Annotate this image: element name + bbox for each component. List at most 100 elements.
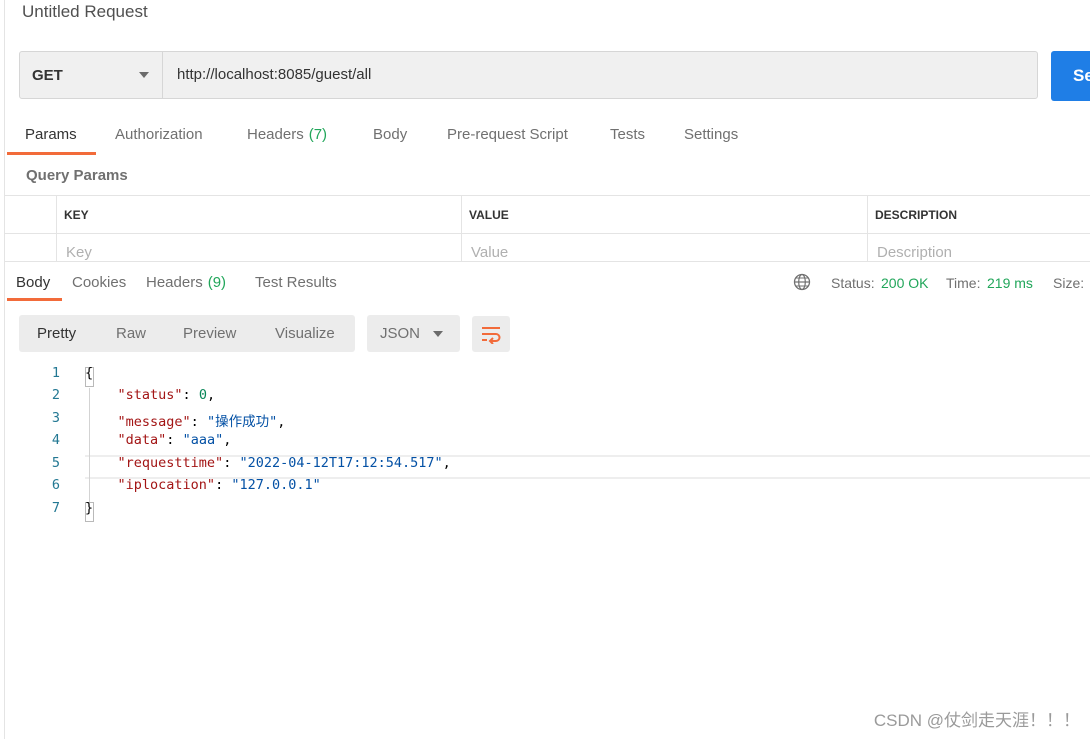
- tab-label: Cookies: [72, 274, 127, 291]
- code-line: 2 "status": 0,: [0, 387, 1090, 409]
- comma: ,: [442, 455, 451, 471]
- tab-label: Headers: [247, 126, 304, 143]
- json-value: "2022-04-12T17:12:54.517": [239, 455, 443, 471]
- tab-label: Headers: [146, 274, 203, 291]
- view-preview[interactable]: Preview: [183, 325, 236, 342]
- tab-pre-request-script[interactable]: Pre-request Script: [447, 126, 568, 143]
- tab-headers[interactable]: Headers (7): [247, 126, 327, 143]
- line-number: 6: [51, 477, 60, 493]
- tab-settings[interactable]: Settings: [684, 126, 738, 143]
- json-value: 0: [198, 387, 207, 403]
- column-header-key: KEY: [64, 208, 89, 222]
- code-text: "iplocation": "127.0.0.1": [117, 477, 321, 493]
- code-text: }: [85, 500, 93, 516]
- key-input[interactable]: Key: [66, 244, 92, 261]
- response-tab-body[interactable]: Body: [16, 274, 50, 291]
- time-label: Time:: [946, 275, 981, 291]
- table-col-divider: [56, 195, 57, 261]
- url-bar: GET http://localhost:8085/guest/all: [19, 51, 1038, 99]
- json-key: "message": [117, 414, 191, 430]
- format-select[interactable]: JSON: [367, 315, 460, 352]
- json-key: "status": [117, 387, 183, 403]
- wrap-icon: [482, 327, 501, 344]
- view-raw[interactable]: Raw: [116, 325, 146, 342]
- code-line: 5 "requesttime": "2022-04-12T17:12:54.51…: [0, 455, 1090, 477]
- active-response-tab-indicator: [7, 298, 62, 301]
- tab-count: (9): [207, 274, 227, 291]
- line-number: 1: [51, 365, 60, 381]
- tab-label: Body: [373, 126, 408, 143]
- table-border-mid: [4, 233, 1090, 234]
- view-mode-group: Pretty Raw Preview Visualize: [19, 315, 355, 352]
- tab-label: Pre-request Script: [447, 126, 568, 143]
- code-text: "status": 0,: [117, 387, 216, 403]
- code-text: {: [85, 365, 93, 381]
- code-text: "message": "操作成功",: [117, 414, 286, 430]
- brace: }: [85, 500, 94, 516]
- response-divider[interactable]: [4, 261, 1090, 262]
- table-col-divider: [867, 195, 868, 261]
- tab-label: Tests: [610, 126, 646, 143]
- request-title[interactable]: Untitled Request: [22, 2, 148, 22]
- url-input[interactable]: http://localhost:8085/guest/all: [177, 66, 371, 83]
- tab-label: Settings: [684, 126, 739, 143]
- status-value[interactable]: 200 OK: [881, 275, 928, 291]
- view-visualize[interactable]: Visualize: [275, 325, 335, 342]
- json-key: "requesttime": [117, 455, 224, 471]
- json-value: "aaa": [182, 432, 224, 448]
- tab-label: Authorization: [115, 126, 203, 143]
- table-col-divider: [461, 195, 462, 261]
- value-input[interactable]: Value: [471, 244, 508, 261]
- line-number: 4: [51, 432, 60, 448]
- line-number: 5: [51, 455, 60, 471]
- chevron-down-icon: [433, 331, 443, 337]
- line-number: 7: [51, 500, 60, 516]
- tab-count: (7): [308, 126, 328, 143]
- tab-label: Test Results: [255, 274, 337, 291]
- code-text: "data": "aaa",: [117, 432, 232, 448]
- json-value: "操作成功": [206, 414, 278, 430]
- line-number: 2: [51, 387, 60, 403]
- json-key: "data": [117, 432, 167, 448]
- column-header-description: DESCRIPTION: [875, 208, 958, 222]
- json-value: "127.0.0.1": [231, 477, 321, 493]
- comma: ,: [206, 387, 216, 403]
- response-tab-test-results[interactable]: Test Results: [255, 274, 337, 291]
- send-button[interactable]: Se: [1051, 51, 1090, 101]
- code-line: 1{: [0, 365, 1090, 387]
- chevron-down-icon: [139, 72, 149, 78]
- line-number: 3: [51, 410, 60, 426]
- tab-params[interactable]: Params: [25, 126, 77, 143]
- code-line: 4 "data": "aaa",: [0, 432, 1090, 454]
- tab-authorization[interactable]: Authorization: [115, 126, 203, 143]
- comma: ,: [223, 432, 232, 448]
- size-label: Size:: [1053, 275, 1085, 291]
- code-line: 7}: [0, 500, 1090, 522]
- time-value[interactable]: 219 ms: [987, 275, 1033, 291]
- tab-tests[interactable]: Tests: [610, 126, 645, 143]
- code-line: 6 "iplocation": "127.0.0.1": [0, 477, 1090, 499]
- brace: {: [85, 365, 94, 381]
- method-select[interactable]: GET: [20, 52, 163, 98]
- method-label: GET: [32, 66, 63, 84]
- format-label: JSON: [380, 325, 421, 342]
- active-tab-indicator: [7, 152, 96, 155]
- json-key: "iplocation": [117, 477, 216, 493]
- code-text: "requesttime": "2022-04-12T17:12:54.517"…: [117, 455, 451, 471]
- comma: ,: [277, 414, 286, 430]
- tab-label: Body: [16, 274, 51, 291]
- wrap-lines-button[interactable]: [472, 316, 510, 352]
- status-label: Status:: [831, 275, 875, 291]
- description-input[interactable]: Description: [877, 244, 952, 261]
- code-line: 3 "message": "操作成功",: [0, 410, 1090, 432]
- query-params-title: Query Params: [26, 167, 128, 184]
- table-border-top: [4, 195, 1090, 196]
- watermark: CSDN @仗剑走天涯！！！: [873, 711, 1080, 730]
- tab-body[interactable]: Body: [373, 126, 407, 143]
- globe-icon[interactable]: [793, 273, 811, 291]
- tab-label: Params: [25, 126, 77, 143]
- response-tab-headers[interactable]: Headers (9): [146, 274, 226, 291]
- column-header-value: VALUE: [469, 208, 509, 222]
- view-pretty[interactable]: Pretty: [37, 325, 76, 342]
- response-tab-cookies[interactable]: Cookies: [72, 274, 126, 291]
